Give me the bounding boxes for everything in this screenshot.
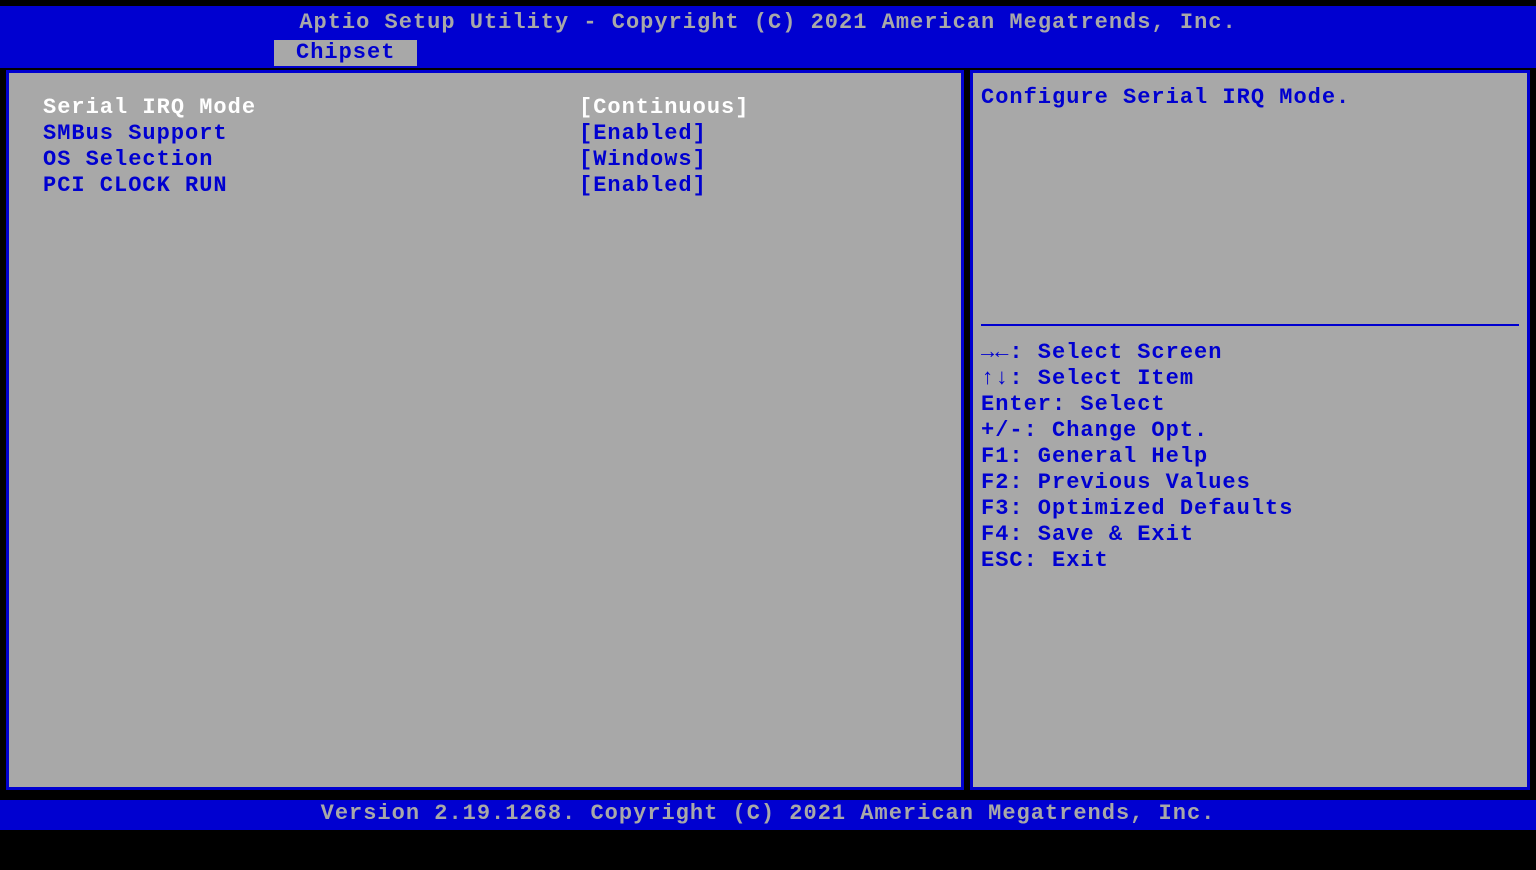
setting-value: [Enabled]: [579, 121, 707, 147]
title-bar: Aptio Setup Utility - Copyright (C) 2021…: [0, 6, 1536, 40]
setting-serial-irq-mode[interactable]: Serial IRQ Mode [Continuous]: [43, 95, 961, 121]
spacer: [973, 110, 1527, 324]
help-text: Configure Serial IRQ Mode.: [973, 73, 1527, 110]
version-text: Version 2.19.1268. Copyright (C) 2021 Am…: [321, 801, 1216, 826]
hotkey-change-opt: +/-: Change Opt.: [981, 418, 1519, 444]
hotkey-select-item: ↑↓: Select Item: [981, 366, 1519, 392]
hotkey-previous-values: F2: Previous Values: [981, 470, 1519, 496]
setting-value: [Windows]: [579, 147, 707, 173]
settings-panel: Serial IRQ Mode [Continuous] SMBus Suppo…: [6, 70, 964, 790]
setting-label: Serial IRQ Mode: [43, 95, 579, 121]
setting-value: [Continuous]: [579, 95, 749, 121]
hotkey-enter: Enter: Select: [981, 392, 1519, 418]
help-description: Configure Serial IRQ Mode.: [981, 85, 1350, 110]
hotkey-save-exit: F4: Save & Exit: [981, 522, 1519, 548]
tab-row: Chipset: [0, 40, 1536, 68]
spacer-bottom: [973, 574, 1527, 788]
hotkey-optimized-defaults: F3: Optimized Defaults: [981, 496, 1519, 522]
setting-pci-clock-run[interactable]: PCI CLOCK RUN [Enabled]: [43, 173, 961, 199]
setting-label: SMBus Support: [43, 121, 579, 147]
tab-chipset[interactable]: Chipset: [274, 40, 417, 66]
setting-label: OS Selection: [43, 147, 579, 173]
help-panel: Configure Serial IRQ Mode. →←: Select Sc…: [970, 70, 1530, 790]
hotkey-esc-exit: ESC: Exit: [981, 548, 1519, 574]
title-text: Aptio Setup Utility - Copyright (C) 2021…: [299, 10, 1236, 35]
footer-bar: Version 2.19.1268. Copyright (C) 2021 Am…: [0, 800, 1536, 830]
setting-label: PCI CLOCK RUN: [43, 173, 579, 199]
tab-label: Chipset: [296, 40, 395, 65]
hotkeys-list: →←: Select Screen ↑↓: Select Item Enter:…: [973, 326, 1527, 574]
hotkey-select-screen: →←: Select Screen: [981, 340, 1519, 366]
content-area: Serial IRQ Mode [Continuous] SMBus Suppo…: [0, 70, 1536, 790]
setting-os-selection[interactable]: OS Selection [Windows]: [43, 147, 961, 173]
setting-value: [Enabled]: [579, 173, 707, 199]
hotkey-general-help: F1: General Help: [981, 444, 1519, 470]
setting-smbus-support[interactable]: SMBus Support [Enabled]: [43, 121, 961, 147]
